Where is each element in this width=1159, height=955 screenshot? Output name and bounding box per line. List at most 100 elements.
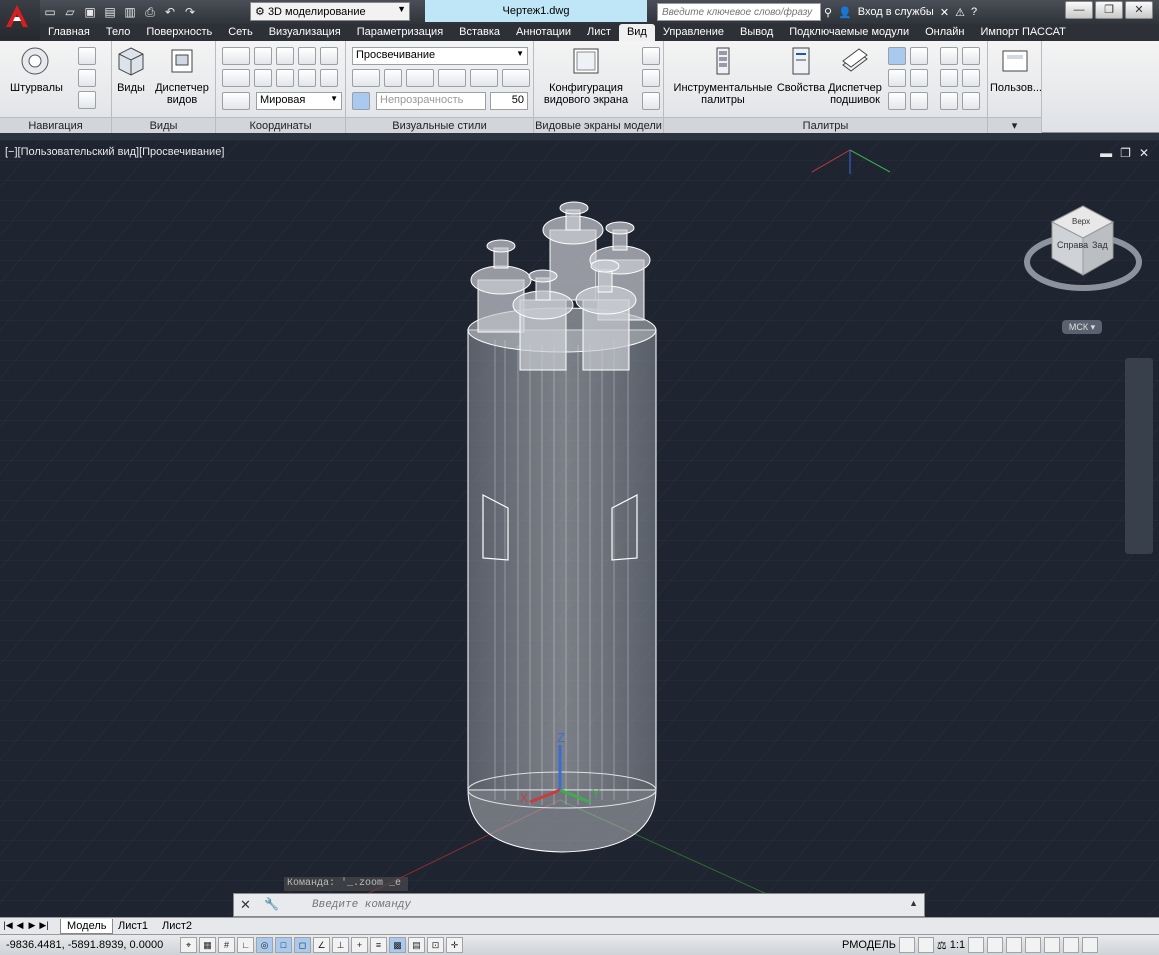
properties-button[interactable]: Свойства	[776, 45, 826, 94]
navigation-bar[interactable]	[1125, 358, 1153, 554]
ribbon-tab-7[interactable]: Аннотации	[508, 24, 579, 41]
restore-viewports-icon[interactable]	[642, 92, 660, 110]
visual-style-select[interactable]: Просвечивание ▼	[352, 47, 528, 65]
ucs-x-icon[interactable]	[222, 69, 250, 87]
osnap-icon[interactable]: □	[275, 937, 292, 953]
ribbon-tab-4[interactable]: Визуализация	[261, 24, 349, 41]
print-icon[interactable]: ⎙	[142, 4, 158, 20]
viewport-restore-icon[interactable]: ❐	[1120, 146, 1131, 160]
steering-wheels-button[interactable]: Штурвалы	[10, 45, 63, 94]
visual-styles-manager-icon[interactable]	[940, 92, 958, 110]
layout-tab-sheet1[interactable]: Лист1	[112, 919, 154, 934]
command-input[interactable]	[312, 896, 902, 914]
markup-icon[interactable]	[910, 69, 928, 87]
grid-icon[interactable]: #	[218, 937, 235, 953]
undo-icon[interactable]: ↶	[162, 4, 178, 20]
ucs-world-icon[interactable]	[254, 47, 272, 65]
new-icon[interactable]: ▭	[42, 4, 58, 20]
materials-icon[interactable]	[962, 47, 980, 65]
hardware-acceleration-icon[interactable]	[1063, 937, 1080, 953]
ribbon-tab-9[interactable]: Вид	[618, 24, 655, 41]
viewcube-face-top[interactable]: Верх	[1072, 217, 1090, 226]
clean-screen-icon[interactable]	[1082, 937, 1099, 953]
viewcube-face-right[interactable]: Справа	[1057, 240, 1088, 250]
last-layout-icon[interactable]: ▶|	[39, 920, 49, 932]
ribbon-tab-5[interactable]: Параметризация	[349, 24, 451, 41]
close-button[interactable]: ✕	[1125, 1, 1153, 19]
ribbon-tab-6[interactable]: Вставка	[451, 24, 508, 41]
ucs-icon[interactable]	[222, 47, 250, 65]
ucs-3point-icon[interactable]	[276, 69, 294, 87]
ucs-object-icon[interactable]	[320, 47, 338, 65]
vessel-model[interactable]	[467, 201, 657, 853]
viewport-controls-label[interactable]: [−][Пользовательский вид][Просвечивание]	[5, 146, 224, 158]
command-line-toggle-icon[interactable]	[888, 47, 906, 65]
ucs-prev-icon[interactable]	[254, 69, 272, 87]
design-center-icon[interactable]	[910, 92, 928, 110]
isolate-icon[interactable]	[1044, 937, 1061, 953]
join-viewports-icon[interactable]	[642, 69, 660, 87]
save-icon[interactable]: ▣	[82, 4, 98, 20]
viewport-config-button[interactable]: Конфигурация видового экрана	[538, 45, 634, 106]
edge-effects-icon[interactable]	[352, 69, 380, 87]
exchange-icon[interactable]: ✕	[940, 6, 949, 19]
restore-button[interactable]: ❐	[1095, 1, 1123, 19]
workspace-switch-icon[interactable]	[1006, 937, 1023, 953]
ribbon-tab-1[interactable]: Тело	[98, 24, 139, 41]
layout-tab-sheet2[interactable]: Лист2	[156, 919, 198, 934]
orbit-icon[interactable]	[78, 69, 96, 87]
material-sphere-icon[interactable]	[438, 69, 466, 87]
quick-properties-icon[interactable]: ▤	[408, 937, 425, 953]
workspace-select[interactable]: ⚙ 3D моделирование ▼	[250, 2, 410, 21]
ribbon-tab-3[interactable]: Сеть	[220, 24, 260, 41]
lights-icon[interactable]	[940, 69, 958, 87]
minimize-button[interactable]: —	[1065, 1, 1093, 19]
lineweight-icon[interactable]: ≡	[370, 937, 387, 953]
ducs-icon[interactable]: ⊥	[332, 937, 349, 953]
render-icon[interactable]	[940, 47, 958, 65]
opacity-slider[interactable]: Непрозрачность	[376, 92, 486, 110]
layout-tab-model[interactable]: Модель	[60, 919, 114, 934]
color-icon[interactable]	[406, 69, 434, 87]
ribbon-tab-14[interactable]: Импорт ПАССАТ	[973, 24, 1074, 41]
face-style-icon[interactable]	[384, 69, 402, 87]
signin-link[interactable]: Вход в службы	[858, 6, 934, 18]
model-viewport[interactable]: Z Y X Справа Зад Верх [−][Пользовательск…	[0, 140, 1159, 917]
ucs-face-icon[interactable]	[320, 69, 338, 87]
sun-properties-icon[interactable]	[962, 92, 980, 110]
ucs-menu[interactable]: МСК ▾	[1062, 320, 1102, 334]
command-history-toggle-icon[interactable]: ▲	[909, 898, 918, 908]
snap-icon[interactable]: ▦	[199, 937, 216, 953]
ribbon-tab-10[interactable]: Управление	[655, 24, 732, 41]
annotation-scale[interactable]: 1:1	[950, 939, 965, 951]
subscription-icon[interactable]: ⚠	[955, 6, 965, 19]
next-layout-icon[interactable]: ▶	[27, 920, 37, 932]
prev-layout-icon[interactable]: ◀	[15, 920, 25, 932]
layer-icon[interactable]	[910, 47, 928, 65]
pan-icon[interactable]	[78, 47, 96, 65]
quickcalc-icon[interactable]	[888, 69, 906, 87]
ucs-named-icon[interactable]	[222, 92, 250, 110]
shadow-icon[interactable]	[470, 69, 498, 87]
first-layout-icon[interactable]: |◀	[3, 920, 13, 932]
transparency-icon[interactable]: ▩	[389, 937, 406, 953]
ribbon-tab-8[interactable]: Лист	[579, 24, 619, 41]
save-as-icon[interactable]: ▤	[102, 4, 118, 20]
viewport-close-icon[interactable]: ✕	[1139, 146, 1149, 160]
xray-toggle-icon[interactable]	[352, 92, 370, 110]
quick-view-layouts-icon[interactable]	[898, 937, 915, 953]
command-customize-icon[interactable]: 🔧	[264, 897, 279, 911]
named-viewports-icon[interactable]	[642, 47, 660, 65]
ucs-origin-icon[interactable]	[276, 47, 294, 65]
texture-icon[interactable]	[502, 69, 530, 87]
auto-scale-icon[interactable]	[987, 937, 1004, 953]
ucs-select[interactable]: Мировая ▼	[256, 92, 342, 110]
gizmo-icon[interactable]: ✛	[446, 937, 463, 953]
lock-icon[interactable]	[1025, 937, 1042, 953]
ortho-icon[interactable]: ∟	[237, 937, 254, 953]
zoom-icon[interactable]	[78, 91, 96, 109]
ucs-z-icon[interactable]	[298, 69, 316, 87]
ucs-view-icon[interactable]	[298, 47, 316, 65]
viewcube-face-back[interactable]: Зад	[1092, 240, 1108, 250]
ribbon-tab-0[interactable]: Главная	[40, 24, 98, 41]
